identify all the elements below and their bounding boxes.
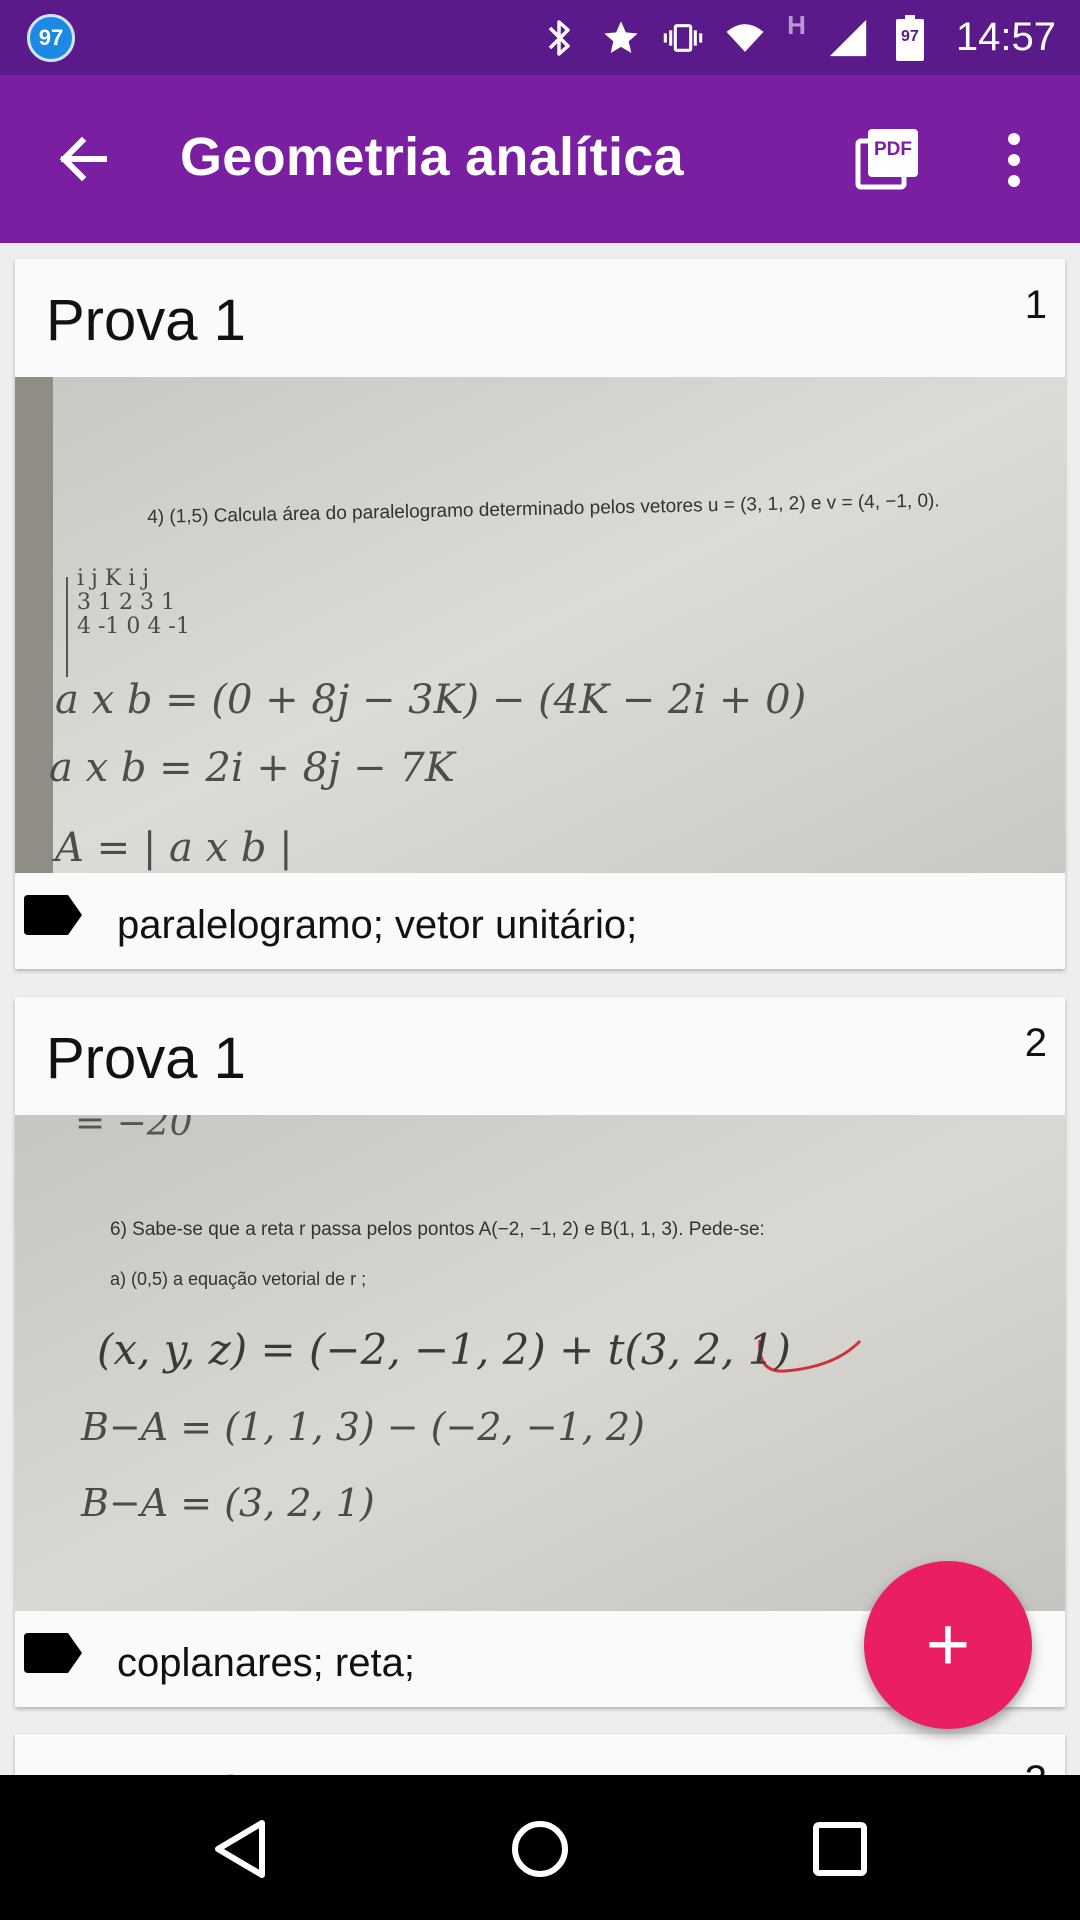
photo-handwriting-line-1: a x b = (0 + 8j − 3K) − (4K − 2i + 0) — [55, 677, 807, 723]
page-title: Geometria analítica — [180, 127, 684, 187]
photo-handwriting-line-2: a x b = 2i + 8j − 7K — [49, 745, 455, 791]
card-tags-row: paralelogramo; vetor unitário; — [15, 873, 1065, 969]
battery-level: 97 — [900, 27, 919, 45]
card-number: 1 — [1024, 283, 1047, 327]
photo-handwriting-line-1: (x, y, z) = (−2, −1, 2) + t(3, 2, 1) — [97, 1325, 791, 1374]
nav-back-icon[interactable] — [210, 1817, 274, 1881]
add-exam-button[interactable]: + — [864, 1561, 1032, 1729]
card-title: Prova 1 — [46, 1026, 246, 1091]
exam-list[interactable]: Prova 1 1 4) (1,5) Calcula área do paral… — [0, 243, 1080, 1775]
badge-count: 97 — [38, 25, 64, 50]
card-header: Prova 1 3 — [15, 1734, 1065, 1775]
matrix-row: 4 -1 0 4 -1 — [77, 614, 190, 639]
exam-photo[interactable]: = −20 6) Sabe-se que a reta r passa pelo… — [15, 1115, 1065, 1611]
bluetooth-icon — [539, 18, 579, 58]
app-bar: Geometria analítica PDF — [0, 75, 1080, 243]
matrix-row: 3 1 2 3 1 — [77, 590, 175, 615]
photo-handwriting-line-3: B−A = (3, 2, 1) — [81, 1481, 375, 1525]
card-tags: coplanares; reta; — [117, 1641, 415, 1685]
back-arrow-icon[interactable] — [54, 129, 114, 189]
system-nav-bar — [0, 1775, 1080, 1920]
exam-photo[interactable]: 4) (1,5) Calcula área do paralelogramo d… — [15, 377, 1065, 873]
nav-home-icon[interactable] — [508, 1817, 572, 1881]
battery-icon: 97 — [890, 14, 930, 61]
photo-matrix: i j K i j 3 1 2 3 1 4 -1 0 4 -1 — [77, 567, 190, 639]
label-tag-icon — [24, 893, 84, 937]
exam-card[interactable]: Prova 1 1 4) (1,5) Calcula área do paral… — [15, 259, 1065, 969]
label-tag-icon — [24, 1631, 84, 1675]
card-header: Prova 1 2 — [15, 997, 1065, 1115]
photo-top-text: = −20 — [75, 1115, 193, 1144]
export-pdf-button[interactable]: PDF — [854, 127, 920, 191]
card-title: Prova 1 — [46, 288, 246, 353]
star-icon — [601, 18, 641, 58]
card-number: 2 — [1024, 1021, 1047, 1065]
more-vert-icon[interactable] — [998, 130, 1030, 190]
photo-handwriting-line-3: A = | a x b | — [55, 825, 293, 871]
photo-subquestion-text: a) (0,5) a equação vetorial de r ; — [110, 1269, 367, 1289]
signal-icon — [828, 18, 868, 58]
clock: 14:57 — [955, 15, 1056, 59]
exam-card[interactable]: Prova 1 3 — [15, 1734, 1065, 1775]
photo-question-text: 6) Sabe-se que a reta r passa pelos pont… — [110, 1219, 765, 1240]
status-bar: 97 H 97 14:57 — [0, 0, 1080, 75]
wifi-icon — [725, 18, 765, 58]
card-header: Prova 1 1 — [15, 259, 1065, 377]
pdf-icon-label: PDF — [874, 139, 912, 160]
photo-handwriting-line-2: B−A = (1, 1, 3) − (−2, −1, 2) — [81, 1405, 645, 1449]
matrix-row: i j K i j — [77, 566, 150, 591]
card-tags: paralelogramo; vetor unitário; — [117, 903, 638, 947]
card-title: Prova 1 — [46, 1762, 246, 1775]
nav-recents-icon[interactable] — [808, 1817, 872, 1881]
add-icon: + — [925, 1602, 971, 1687]
vibrate-icon — [663, 18, 703, 58]
card-number: 3 — [1025, 1758, 1047, 1775]
badge-circle-icon: 97 — [27, 14, 75, 62]
notification-badge: 97 — [27, 14, 75, 62]
network-type-label: H — [787, 10, 806, 40]
